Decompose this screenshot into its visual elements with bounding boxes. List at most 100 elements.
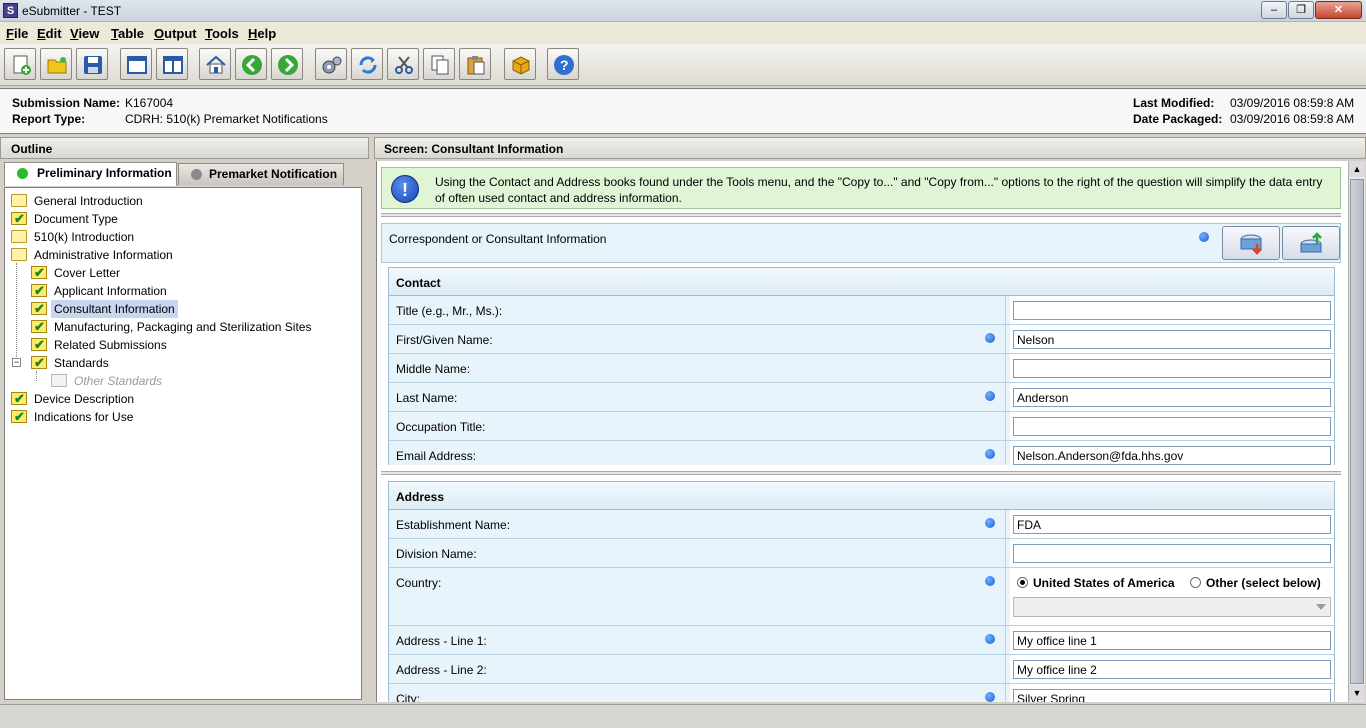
copy-to-button[interactable] [1222,226,1280,260]
svg-text:?: ? [560,57,569,73]
establishment-name-input[interactable] [1013,515,1331,534]
address-heading: Address [389,482,1334,510]
refresh-button[interactable] [351,48,383,80]
address-line2-row: Address - Line 2: [389,655,1334,684]
save-button[interactable] [76,48,108,80]
contact-section: Contact Title (e.g., Mr., Ms.): First/Gi… [388,267,1335,465]
back-button[interactable] [235,48,267,80]
middle-name-input[interactable] [1013,359,1331,378]
outline-tree: General Introduction Document Type 510(k… [4,187,362,700]
last-name-row: Last Name: [389,383,1334,412]
minimize-button[interactable]: – [1261,1,1287,19]
app-icon: S [3,3,18,18]
submission-header: Submission Name: K167004 Report Type: CD… [0,88,1366,134]
package-button[interactable] [504,48,536,80]
menu-output[interactable]: Output [154,26,197,41]
settings-button[interactable] [315,48,347,80]
menu-view[interactable]: View [70,26,99,41]
cut-icon [395,56,413,74]
copy-from-icon [1300,232,1322,253]
help-button[interactable]: ? [547,48,579,80]
menu-bar: File Edit View Table Output Tools Help [0,22,1366,44]
checked-folder-icon [31,300,47,318]
menu-help[interactable]: Help [248,26,276,41]
settings-gears-icon [322,56,342,74]
scroll-thumb[interactable] [1350,179,1364,684]
question-title: Correspondent or Consultant Information [389,232,607,246]
division-name-input[interactable] [1013,544,1331,563]
last-modified-value: 03/09/2016 08:59:8 AM [1230,96,1355,110]
maximize-button[interactable]: ❐ [1288,1,1314,19]
field-label: Email Address: [396,449,477,463]
refresh-icon [359,56,377,74]
checked-folder-icon [31,282,47,300]
last-name-input[interactable] [1013,388,1331,407]
field-label: Occupation Title: [396,420,486,434]
menu-table[interactable]: Table [111,26,144,41]
checked-folder-icon [31,336,47,354]
submission-name-label: Submission Name: [12,96,121,110]
occupation-title-input[interactable] [1013,417,1331,436]
toolbar: ? [0,44,1366,86]
date-packaged-label: Date Packaged: [1133,112,1223,126]
contact-heading: Contact [389,268,1334,296]
menu-edit[interactable]: Edit [37,26,62,41]
home-button[interactable] [199,48,231,80]
copy-to-icon [1240,234,1262,255]
address-line2-input[interactable] [1013,660,1331,679]
window-title: eSubmitter - TEST [22,4,122,18]
country-usa-radio[interactable]: United States of America [1017,576,1175,590]
last-modified-label: Last Modified: [1133,96,1215,110]
close-button[interactable]: ✕ [1315,1,1362,19]
field-label: First/Given Name: [396,333,493,347]
open-button[interactable] [40,48,72,80]
required-indicator-icon [985,333,995,343]
tab-premarket-notification[interactable]: Premarket Notification [178,163,344,185]
required-indicator-icon [985,634,995,644]
email-input[interactable] [1013,446,1331,465]
single-window-button[interactable] [120,48,152,80]
copy-from-button[interactable] [1282,226,1340,260]
radio-selected-icon [1017,577,1028,588]
city-input[interactable] [1013,689,1331,702]
tab-preliminary-information[interactable]: Preliminary Information [4,162,177,186]
report-type-label: Report Type: [12,112,86,126]
screen-title: Screen: Consultant Information [374,137,1366,159]
new-submission-button[interactable] [4,48,36,80]
divider [381,471,1341,475]
middle-name-row: Middle Name: [389,354,1334,383]
first-name-input[interactable] [1013,330,1331,349]
title-input[interactable] [1013,301,1331,320]
question-header: Correspondent or Consultant Information [381,223,1341,263]
country-select[interactable] [1013,597,1331,617]
required-indicator-icon [985,449,995,459]
address-line1-input[interactable] [1013,631,1331,650]
screen-content: ! Using the Contact and Address books fo… [376,161,1348,702]
scroll-down-icon[interactable]: ▼ [1349,685,1365,701]
field-label: Division Name: [396,547,477,561]
paste-button[interactable] [459,48,491,80]
field-label: Country: [396,576,442,590]
save-icon [84,56,102,74]
country-other-radio[interactable]: Other (select below) [1190,576,1321,590]
checked-folder-icon [11,210,27,228]
home-icon [206,55,226,74]
divider [381,213,1341,217]
collapse-toggle-icon[interactable]: − [12,358,21,367]
split-window-button[interactable] [156,48,188,80]
status-gray-icon [191,169,202,180]
menu-file[interactable]: File [6,26,28,41]
copy-button[interactable] [423,48,455,80]
scroll-up-icon[interactable]: ▲ [1349,161,1365,177]
required-indicator-icon [985,391,995,401]
paste-icon [467,56,485,75]
vertical-scrollbar[interactable]: ▲ ▼ [1348,161,1365,702]
status-bar [0,704,1366,728]
report-type-value: CDRH: 510(k) Premarket Notifications [125,112,328,126]
field-label: Title (e.g., Mr., Ms.): [396,304,503,318]
info-icon: ! [391,175,419,203]
cut-button[interactable] [387,48,419,80]
outline-header: Outline [0,137,369,159]
menu-tools[interactable]: Tools [205,26,239,41]
forward-button[interactable] [271,48,303,80]
